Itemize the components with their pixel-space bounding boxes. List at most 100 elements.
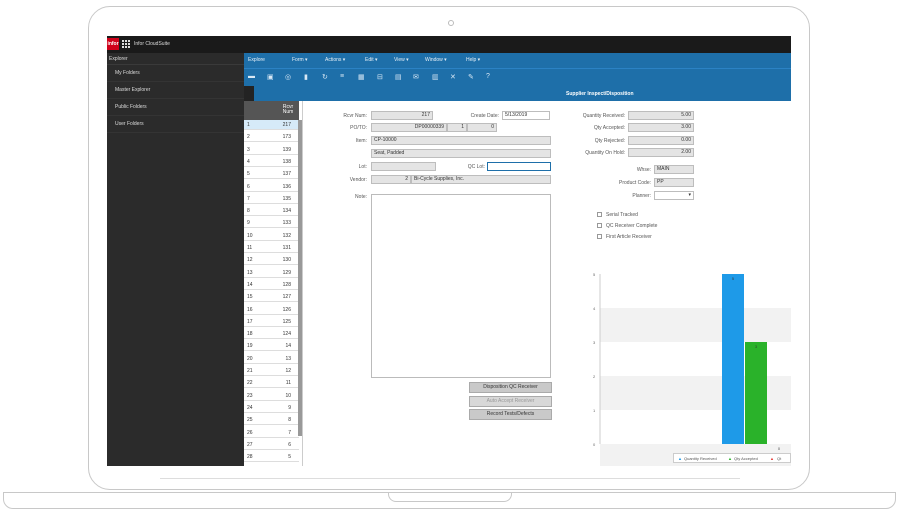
table-row[interactable]: 11 131: [244, 243, 299, 253]
po-field[interactable]: DP00000339: [371, 123, 447, 132]
qc-lot-field[interactable]: [487, 162, 551, 171]
item-field[interactable]: CP-10000: [371, 136, 551, 145]
tools-icon[interactable]: ✕: [450, 73, 456, 81]
first-article-receiver-checkbox[interactable]: [597, 234, 602, 239]
table-row[interactable]: 15 127: [244, 292, 299, 303]
chart-bar[interactable]: [722, 274, 744, 444]
mail-icon[interactable]: ✉: [413, 73, 419, 81]
grid-header-rcvr-num[interactable]: Rcvr Num: [281, 105, 295, 115]
filter-icon[interactable]: ≡: [340, 73, 344, 80]
pencil-icon[interactable]: ✎: [468, 73, 474, 81]
table-row[interactable]: 24 9: [244, 403, 299, 413]
app-launcher-icon[interactable]: [122, 40, 131, 49]
table-row[interactable]: 14 128: [244, 280, 299, 290]
vendor-name-field[interactable]: Bi-Cycle Supplies, Inc.: [411, 175, 551, 184]
menu-view[interactable]: View ▾: [394, 57, 409, 63]
menu-edit[interactable]: Edit ▾: [365, 57, 378, 63]
row-number: 16: [247, 306, 253, 313]
whse-field[interactable]: MAIN: [654, 165, 694, 174]
qc-receiver-complete-checkbox[interactable]: [597, 223, 602, 228]
folder-icon[interactable]: ▬: [248, 73, 255, 80]
po-line-field[interactable]: 1: [447, 123, 467, 132]
item-description-field[interactable]: Seat, Padded: [371, 149, 551, 158]
grid-icon[interactable]: ▦: [358, 73, 365, 81]
create-date-field[interactable]: 5/13/2019: [502, 111, 550, 120]
table-row[interactable]: 18 124: [244, 329, 299, 340]
menu-help[interactable]: Help ▾: [466, 57, 480, 63]
globe-icon[interactable]: ◎: [285, 73, 291, 81]
rcvr-num-cell: 173: [282, 134, 291, 141]
table-row[interactable]: 21 12: [244, 366, 299, 376]
table-row[interactable]: 12 130: [244, 255, 299, 266]
table-row[interactable]: 1 217: [244, 120, 299, 130]
rcvr-num-cell: 128: [282, 281, 291, 288]
serial-tracked-checkbox[interactable]: [597, 212, 602, 217]
chart-bar[interactable]: [745, 342, 767, 444]
note-label: Note:: [355, 194, 367, 200]
rcvr-num-cell: 124: [282, 331, 291, 338]
menu-form[interactable]: Form ▾: [292, 57, 308, 63]
po-release-field[interactable]: 0: [467, 123, 497, 132]
record-tests-defects-button[interactable]: Record Tests/Defects: [469, 409, 552, 420]
delete-icon[interactable]: ▮: [304, 73, 308, 81]
planner-select[interactable]: ▾: [654, 191, 694, 200]
table-row[interactable]: 3 139: [244, 145, 299, 155]
table-row[interactable]: 22 11: [244, 378, 299, 389]
refresh-icon[interactable]: ↻: [322, 73, 328, 81]
table-row[interactable]: 2 173: [244, 132, 299, 143]
vendor-number-field[interactable]: 2: [371, 175, 411, 184]
table-row[interactable]: 20 13: [244, 354, 299, 364]
row-number: 22: [247, 380, 253, 387]
rcvr-num-cell: 134: [282, 208, 291, 215]
auto-accept-receiver-button[interactable]: Auto Accept Receiver: [469, 396, 552, 407]
table-row[interactable]: 25 8: [244, 415, 299, 426]
table-row[interactable]: 17 125: [244, 317, 299, 327]
save-icon[interactable]: ▣: [267, 73, 274, 81]
chart-data-label: 3: [755, 345, 757, 349]
table-row[interactable]: 16 126: [244, 305, 299, 315]
note-textarea[interactable]: [371, 194, 551, 378]
table-row[interactable]: 9 133: [244, 218, 299, 229]
menu-actions[interactable]: Actions ▾: [325, 57, 345, 63]
print-icon[interactable]: ⊟: [377, 73, 383, 81]
sidebar-item-public-folders[interactable]: Public Folders: [107, 99, 244, 116]
table-row[interactable]: 13 129: [244, 268, 299, 278]
row-number: 26: [247, 429, 253, 436]
sidebar-item-user-folders[interactable]: User Folders: [107, 116, 244, 133]
sidebar-item-master-explorer[interactable]: Master Explorer: [107, 82, 244, 99]
rcvr-num-field[interactable]: 217: [371, 111, 433, 120]
chart-data-label: 0: [778, 447, 780, 451]
table-row[interactable]: 28 5: [244, 452, 299, 463]
help-icon[interactable]: ?: [486, 73, 490, 80]
table-row[interactable]: 23 10: [244, 391, 299, 401]
menu-window[interactable]: Window ▾: [425, 57, 447, 63]
disposition-qc-receiver-button[interactable]: Disposition QC Receiver: [469, 382, 552, 393]
qty-received-field[interactable]: 5.00: [628, 111, 694, 120]
document-icon[interactable]: ▤: [395, 73, 402, 81]
menu-explore[interactable]: Explore: [248, 57, 265, 63]
table-row[interactable]: 19 14: [244, 341, 299, 352]
panel-splitter[interactable]: [302, 101, 303, 466]
table-row[interactable]: 26 7: [244, 428, 299, 438]
qty-accepted-field[interactable]: 3.00: [628, 123, 694, 132]
rcvr-num-cell: 14: [285, 343, 291, 350]
sidebar-item-my-folders[interactable]: My Folders: [107, 65, 244, 82]
table-row[interactable]: 7 135: [244, 194, 299, 204]
table-row[interactable]: 4 138: [244, 157, 299, 167]
row-number: 13: [247, 269, 253, 276]
table-row[interactable]: 5 137: [244, 169, 299, 180]
doc-icon[interactable]: ▥: [432, 73, 439, 81]
table-row[interactable]: 27 6: [244, 440, 299, 450]
lot-label: Lot:: [358, 164, 367, 170]
chart-data-label: 5: [732, 277, 734, 281]
qty-on-hold-field[interactable]: 2.00: [628, 148, 694, 157]
qty-rejected-field[interactable]: 0.00: [628, 136, 694, 145]
table-row[interactable]: 10 132: [244, 231, 299, 241]
y-tick-label: 3: [593, 340, 596, 345]
table-row[interactable]: 8 134: [244, 206, 299, 217]
lot-field[interactable]: [371, 162, 436, 171]
row-number: 9: [247, 220, 250, 227]
qty-received-label: Quantity Received:: [582, 113, 625, 119]
product-code-field[interactable]: PP: [654, 178, 694, 187]
table-row[interactable]: 6 136: [244, 182, 299, 192]
